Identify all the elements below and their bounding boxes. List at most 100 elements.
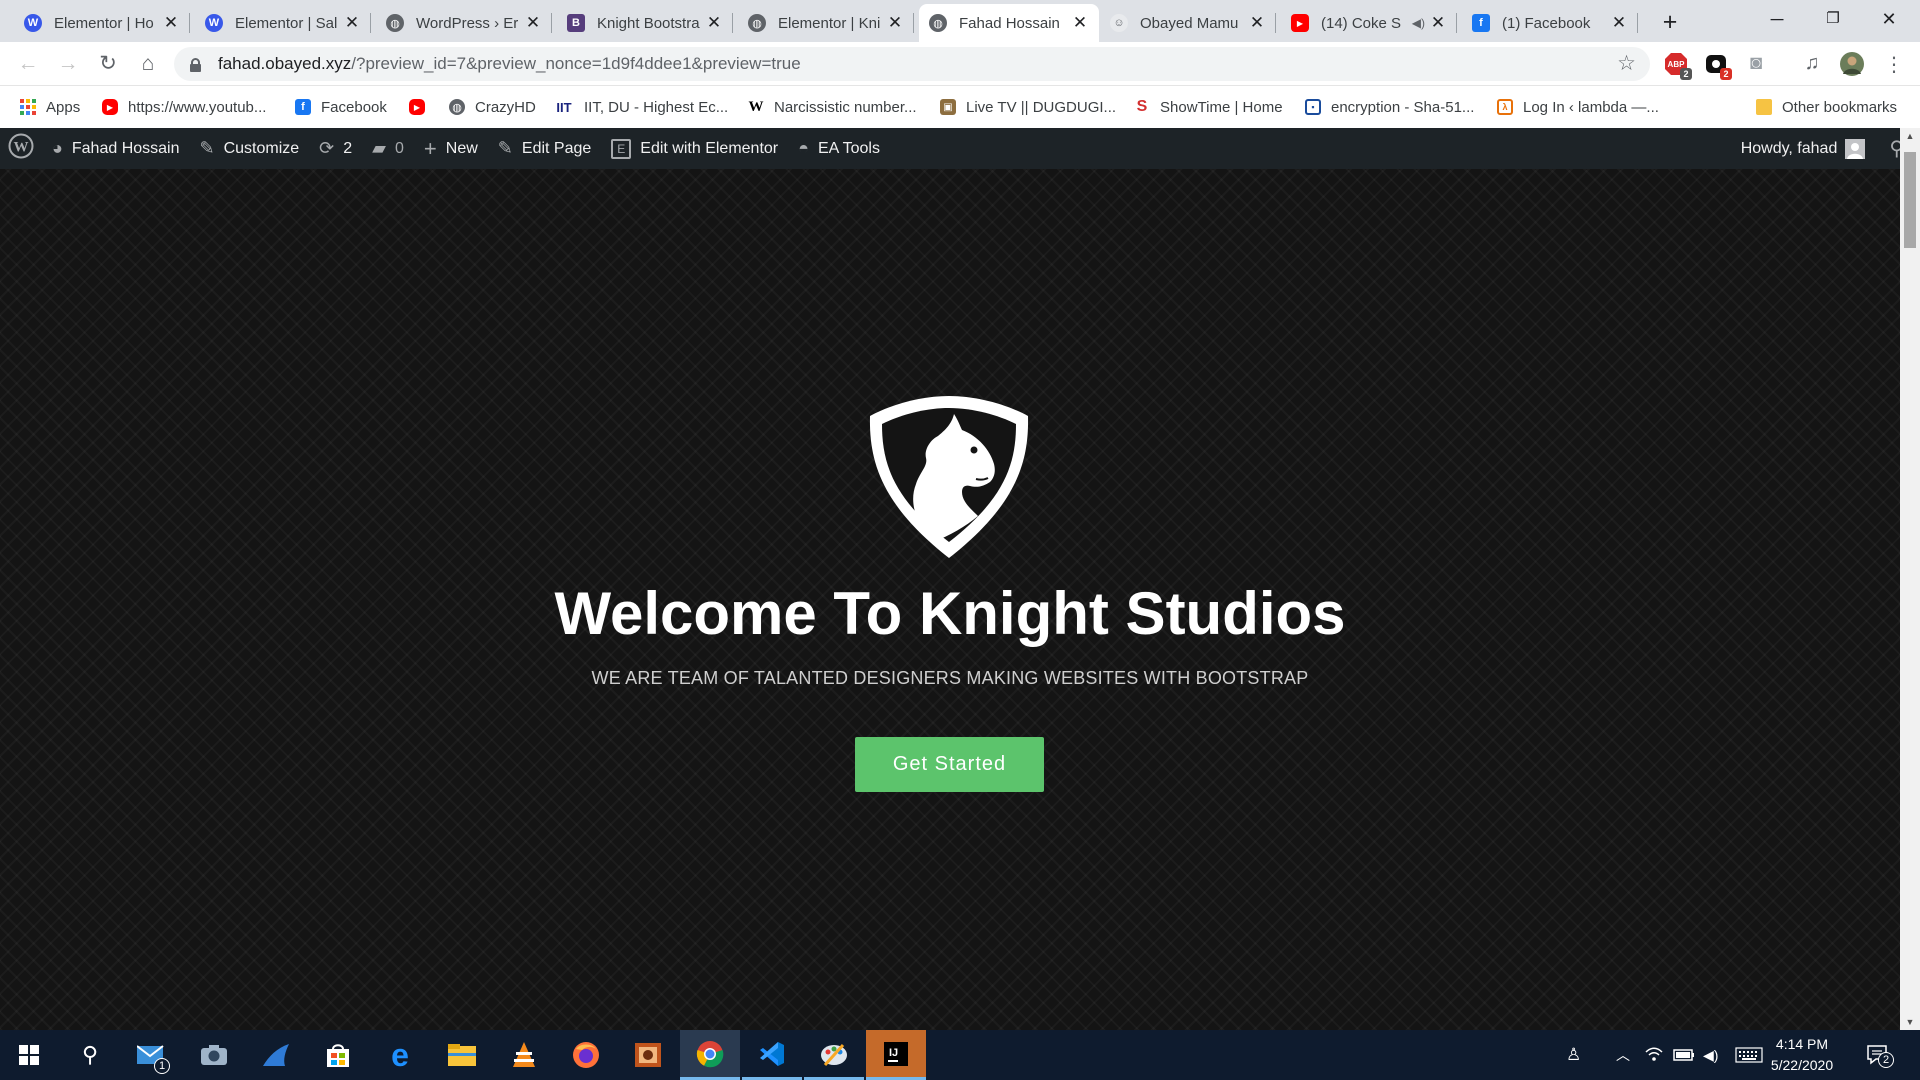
search-icon[interactable]: ⚲ bbox=[60, 1030, 120, 1080]
camera-app-icon[interactable] bbox=[184, 1030, 244, 1080]
vlc-icon[interactable] bbox=[494, 1030, 554, 1080]
new-tab-button[interactable]: + bbox=[1656, 8, 1684, 37]
wordpress-icon: W bbox=[8, 133, 34, 164]
bookmark-live-tv[interactable]: ▣ Live TV || DUGDUGI... bbox=[940, 96, 1116, 118]
wp-ea-tools[interactable]: ◓ EA Tools bbox=[788, 128, 890, 169]
extension-icon[interactable]: 2 bbox=[1704, 52, 1732, 80]
wp-my-account[interactable]: Howdy, fahad bbox=[1731, 128, 1876, 169]
close-icon[interactable]: ✕ bbox=[162, 13, 180, 33]
action-center-icon[interactable]: 2 bbox=[1866, 1030, 1894, 1080]
bookmark-youtube-link[interactable]: ▶ https://www.youtub... bbox=[102, 96, 266, 118]
apps-grid-icon bbox=[20, 99, 36, 115]
elementor-icon: E bbox=[611, 138, 632, 159]
tab-title: Fahad Hossain bbox=[959, 14, 1060, 32]
close-icon[interactable]: ✕ bbox=[524, 13, 542, 33]
bookmark-lambda-login[interactable]: λ Log In ‹ lambda —... bbox=[1497, 96, 1659, 118]
close-icon[interactable]: ✕ bbox=[343, 13, 361, 33]
scrollbar-thumb[interactable] bbox=[1904, 152, 1916, 248]
app-shark-icon[interactable] bbox=[246, 1030, 306, 1080]
edge-icon[interactable]: e bbox=[370, 1030, 430, 1080]
chrome-icon[interactable] bbox=[680, 1030, 740, 1080]
youtube-icon: ▶ bbox=[409, 99, 425, 115]
wifi-icon[interactable] bbox=[1645, 1030, 1663, 1080]
chevron-up-icon[interactable]: ︿ bbox=[1616, 1030, 1630, 1080]
bookmark-other[interactable]: Other bookmarks bbox=[1756, 96, 1897, 118]
url-text[interactable]: fahad.obayed.xyz/?preview_id=7&preview_n… bbox=[218, 54, 801, 74]
close-icon[interactable]: ✕ bbox=[705, 13, 723, 33]
store-icon[interactable] bbox=[308, 1030, 368, 1080]
battery-icon[interactable] bbox=[1673, 1030, 1695, 1080]
close-icon[interactable]: ✕ bbox=[1610, 13, 1628, 33]
close-window-button[interactable]: ✕ bbox=[1864, 4, 1914, 34]
ea-tools-label: EA Tools bbox=[818, 139, 880, 157]
globe-icon: ◍ bbox=[929, 14, 947, 32]
scroll-down-icon[interactable]: ▼ bbox=[1900, 1014, 1920, 1030]
back-button[interactable]: ← bbox=[14, 50, 42, 78]
bookmark-narcissistic[interactable]: W Narcissistic number... bbox=[748, 96, 917, 118]
pencil-icon: ✎ bbox=[497, 138, 513, 158]
bookmark-star-icon[interactable]: ☆ bbox=[1617, 51, 1636, 76]
mail-badge: 1 bbox=[154, 1058, 170, 1074]
wp-edit-with-elementor[interactable]: E Edit with Elementor bbox=[601, 128, 788, 169]
wp-logo-menu[interactable]: W bbox=[0, 128, 42, 169]
wp-updates[interactable]: ⟳ 2 bbox=[309, 128, 362, 169]
file-explorer-icon[interactable] bbox=[432, 1030, 492, 1080]
scroll-up-icon[interactable]: ▲ bbox=[1900, 128, 1920, 144]
intellij-icon[interactable]: IJ bbox=[866, 1030, 926, 1080]
home-button[interactable]: ⌂ bbox=[134, 50, 162, 78]
tab-knight-bootstrap[interactable]: B Knight Bootstra ✕ bbox=[557, 4, 733, 42]
bookmark-crazyhd[interactable]: ◍ CrazyHD bbox=[449, 96, 536, 118]
bookmark-facebook[interactable]: f Facebook bbox=[295, 96, 387, 118]
wp-customize[interactable]: ✎ Customize bbox=[190, 128, 310, 169]
address-bar[interactable]: fahad.obayed.xyz/?preview_id=7&preview_n… bbox=[174, 47, 1650, 81]
app-photo-icon[interactable] bbox=[618, 1030, 678, 1080]
tab-youtube[interactable]: ▶ (14) Coke S ◀) ✕ bbox=[1281, 4, 1457, 42]
adblock-badge: 2 bbox=[1680, 68, 1692, 80]
tab-elementor-home[interactable]: W Elementor | Ho ✕ bbox=[14, 4, 190, 42]
tab-wordpress[interactable]: ◍ WordPress › Er ✕ bbox=[376, 4, 552, 42]
people-icon[interactable]: ♙ bbox=[1566, 1030, 1581, 1080]
firefox-icon[interactable] bbox=[556, 1030, 616, 1080]
get-started-button[interactable]: Get Started bbox=[855, 737, 1044, 792]
bookmark-label: Log In ‹ lambda —... bbox=[1523, 98, 1659, 116]
clock-date: 5/22/2020 bbox=[1770, 1057, 1834, 1073]
close-icon[interactable]: ✕ bbox=[1071, 13, 1089, 33]
taskbar-mail[interactable]: 1 bbox=[122, 1030, 182, 1080]
vscode-icon[interactable] bbox=[742, 1030, 802, 1080]
restore-button[interactable]: ❐ bbox=[1808, 4, 1858, 34]
tab-obayed[interactable]: ☺ Obayed Mamu ✕ bbox=[1100, 4, 1276, 42]
lock-icon[interactable] bbox=[190, 57, 201, 72]
close-icon[interactable]: ✕ bbox=[886, 13, 904, 33]
new-label: New bbox=[445, 139, 478, 157]
close-icon[interactable]: ✕ bbox=[1248, 13, 1266, 33]
howdy-label: Howdy, fahad bbox=[1740, 139, 1838, 157]
volume-icon[interactable]: ◀) bbox=[1703, 1030, 1718, 1080]
bookmark-youtube[interactable]: ▶ bbox=[409, 96, 435, 118]
tab-facebook[interactable]: f (1) Facebook ✕ bbox=[1462, 4, 1638, 42]
camera-icon[interactable]: ◙ bbox=[1744, 52, 1768, 76]
tab-elementor-knight[interactable]: ◍ Elementor | Kni ✕ bbox=[738, 4, 914, 42]
bookmark-showtime[interactable]: S ShowTime | Home bbox=[1134, 96, 1283, 118]
system-clock[interactable]: 4:14 PM 5/22/2020 bbox=[1752, 1034, 1852, 1076]
wp-new[interactable]: + New bbox=[414, 128, 488, 169]
minimize-button[interactable]: ─ bbox=[1752, 4, 1802, 34]
wp-comments[interactable]: ▰ 0 bbox=[362, 128, 414, 169]
start-button[interactable] bbox=[0, 1030, 58, 1080]
tab-fahad-hossain[interactable]: ◍ Fahad Hossain ✕ bbox=[919, 4, 1099, 42]
paint-icon[interactable] bbox=[804, 1030, 864, 1080]
forward-button[interactable]: → bbox=[54, 50, 82, 78]
page-scrollbar[interactable]: ▲ ▼ bbox=[1900, 128, 1920, 1030]
tab-elementor-sal[interactable]: W Elementor | Sal ✕ bbox=[195, 4, 371, 42]
avatar[interactable] bbox=[1840, 52, 1864, 76]
media-control-icon[interactable]: ♫ bbox=[1800, 52, 1824, 76]
wp-site-name[interactable]: ◕ Fahad Hossain bbox=[42, 128, 190, 169]
menu-kebab-icon[interactable]: ⋮ bbox=[1882, 52, 1906, 76]
bookmark-encryption[interactable]: ▪ encryption - Sha-51... bbox=[1305, 96, 1474, 118]
bookmark-apps[interactable]: Apps bbox=[20, 96, 80, 118]
reload-button[interactable]: ↻ bbox=[94, 50, 122, 78]
bookmark-iit-du[interactable]: IIT IIT, DU - Highest Ec... bbox=[554, 96, 728, 118]
adblock-extension-icon[interactable]: ABP 2 bbox=[1664, 52, 1692, 80]
speaker-icon[interactable]: ◀) bbox=[1412, 16, 1425, 30]
close-icon[interactable]: ✕ bbox=[1429, 13, 1447, 33]
wp-edit-page[interactable]: ✎ Edit Page bbox=[488, 128, 601, 169]
